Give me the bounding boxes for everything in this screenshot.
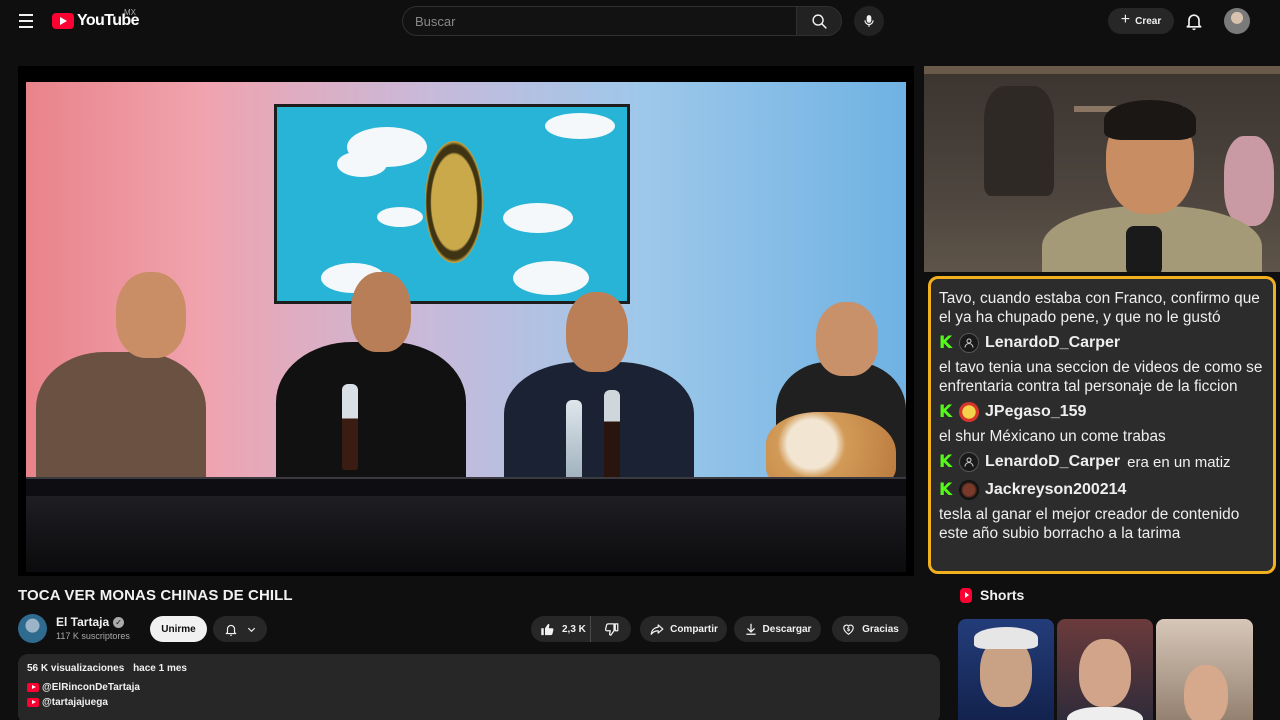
like-dislike-group: 2,3 K bbox=[531, 616, 631, 642]
join-label: Unirme bbox=[161, 623, 196, 635]
chat-username: LenardoD_Carper bbox=[985, 453, 1121, 470]
search-icon bbox=[811, 13, 827, 29]
chat-user-row: K LenardoD_Carper era en un matiz bbox=[939, 450, 1267, 474]
channel-link[interactable]: @ElRinconDeTartaja bbox=[42, 682, 140, 693]
user-avatar bbox=[959, 402, 979, 422]
thanks-icon: $ bbox=[843, 624, 854, 635]
chat-username: LenardoD_Carper bbox=[985, 334, 1121, 351]
svg-text:$: $ bbox=[847, 627, 851, 633]
share-label: Compartir bbox=[670, 623, 718, 635]
chat-username: JPegaso_159 bbox=[985, 403, 1087, 420]
bell-icon bbox=[225, 624, 236, 636]
view-count: 56 K visualizaciones bbox=[27, 663, 125, 674]
mic-icon bbox=[864, 15, 874, 27]
menu-icon bbox=[19, 14, 33, 16]
account-avatar[interactable] bbox=[1224, 8, 1250, 34]
chat-user-row: K JPegaso_159 bbox=[939, 400, 1267, 424]
dislike-icon bbox=[604, 622, 618, 636]
like-icon bbox=[541, 623, 554, 635]
top-bar: YouTube MX Buscar + Crear bbox=[0, 0, 1280, 42]
stream-chat-overlay: Tavo, cuando estaba con Franco, confirmo… bbox=[928, 276, 1276, 574]
join-button[interactable]: Unirme bbox=[150, 616, 207, 642]
thanks-label: Gracias bbox=[862, 623, 899, 635]
user-avatar bbox=[959, 480, 979, 500]
youtube-icon bbox=[27, 683, 39, 692]
channel-link[interactable]: @tartajajuega bbox=[42, 697, 108, 708]
channel-avatar[interactable] bbox=[18, 614, 47, 643]
chat-user-row: K Jackreyson200214 bbox=[939, 478, 1267, 502]
chevron-down-icon bbox=[247, 627, 255, 632]
description-link[interactable]: @tartajajuega bbox=[27, 697, 931, 708]
streamer-webcam bbox=[924, 66, 1280, 272]
shorts-header: Shorts bbox=[960, 587, 1024, 603]
chat-message: tesla al ganar el mejor creador de conte… bbox=[939, 506, 1240, 542]
dislike-button[interactable] bbox=[591, 616, 631, 642]
verified-icon: ✓ bbox=[113, 616, 125, 628]
country-code: MX bbox=[124, 8, 136, 17]
search-input[interactable]: Buscar bbox=[402, 6, 798, 36]
create-button[interactable]: + Crear bbox=[1108, 8, 1174, 34]
subscriber-count: 117 K suscriptores bbox=[56, 631, 130, 641]
channel-name-row[interactable]: El Tartaja ✓ bbox=[56, 615, 125, 629]
youtube-logo-icon bbox=[52, 13, 74, 29]
description-link[interactable]: @ElRinconDeTartaja bbox=[27, 682, 931, 693]
short-thumbnail[interactable] bbox=[1057, 619, 1153, 720]
chat-message: el tavo tenia una seccion de videos de c… bbox=[939, 359, 1263, 395]
download-button[interactable]: Descargar bbox=[734, 616, 821, 642]
video-title: TOCA VER MONAS CHINAS DE CHILL bbox=[18, 587, 293, 604]
like-count: 2,3 K bbox=[562, 623, 586, 635]
voice-search-button[interactable] bbox=[854, 6, 884, 36]
search-placeholder: Buscar bbox=[415, 13, 456, 29]
chat-message: el shur Méxicano un come trabas bbox=[939, 428, 1166, 445]
channel-name[interactable]: El Tartaja bbox=[56, 615, 109, 629]
youtube-icon bbox=[27, 698, 39, 707]
share-icon bbox=[650, 624, 664, 635]
bell-icon[interactable] bbox=[1184, 10, 1204, 32]
short-thumbnail[interactable] bbox=[1156, 619, 1253, 720]
chat-message: era en un matiz bbox=[1127, 453, 1231, 471]
share-button[interactable]: Compartir bbox=[640, 616, 727, 642]
video-frame bbox=[26, 82, 906, 572]
short-thumbnail[interactable] bbox=[958, 619, 1054, 720]
description-box[interactable]: 56 K visualizaciones hace 1 mes @ElRinco… bbox=[18, 654, 940, 720]
kick-badge-icon: K bbox=[939, 451, 953, 472]
thanks-button[interactable]: $ Gracias bbox=[832, 616, 908, 642]
shorts-title: Shorts bbox=[980, 587, 1025, 603]
description-meta: 56 K visualizaciones hace 1 mes bbox=[27, 663, 931, 674]
menu-button[interactable] bbox=[14, 10, 38, 32]
video-player[interactable] bbox=[18, 66, 914, 576]
kick-badge-icon: K bbox=[939, 401, 953, 422]
chat-user-row: K LenardoD_Carper bbox=[939, 331, 1267, 355]
download-icon bbox=[745, 623, 756, 635]
user-avatar bbox=[959, 333, 979, 353]
shorts-icon bbox=[960, 587, 972, 603]
user-avatar bbox=[959, 452, 979, 472]
kick-badge-icon: K bbox=[939, 479, 953, 500]
like-button[interactable]: 2,3 K bbox=[531, 616, 591, 642]
studio-screen bbox=[274, 104, 630, 304]
create-label: Crear bbox=[1135, 15, 1162, 27]
kick-badge-icon: K bbox=[939, 332, 953, 353]
notification-button[interactable] bbox=[213, 616, 267, 642]
upload-date: hace 1 mes bbox=[133, 663, 187, 674]
chat-username: Jackreyson200214 bbox=[985, 481, 1127, 498]
chat-message: Tavo, cuando estaba con Franco, confirmo… bbox=[939, 290, 1260, 326]
download-label: Descargar bbox=[762, 623, 812, 635]
search-button[interactable] bbox=[796, 6, 842, 36]
plus-icon: + bbox=[1120, 11, 1131, 28]
